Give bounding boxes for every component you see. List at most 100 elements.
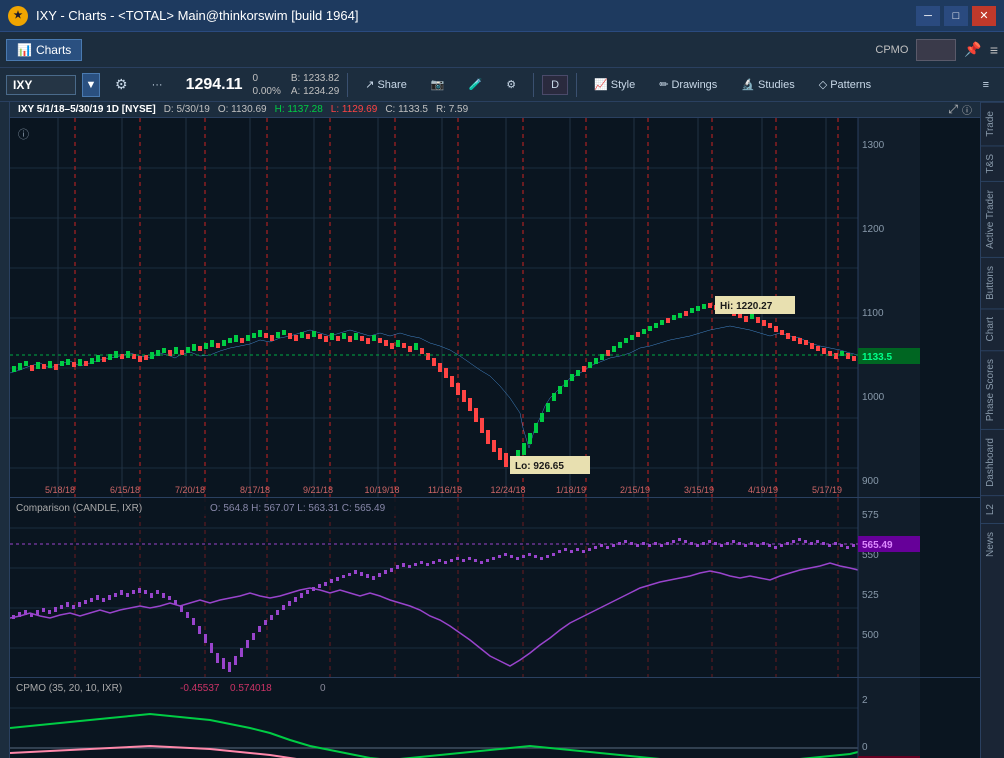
sidebar-item-trade[interactable]: Trade <box>981 102 1004 145</box>
studies-icon: 🔬 <box>741 78 755 91</box>
svg-text:565.49: 565.49 <box>862 540 893 551</box>
svg-text:0: 0 <box>862 742 868 753</box>
charts-button[interactable]: 📊 Charts <box>6 39 82 61</box>
sidebar-item-news[interactable]: News <box>981 523 1004 565</box>
svg-text:1000: 1000 <box>862 392 885 403</box>
sidebar-item-active-trader[interactable]: Active Trader <box>981 181 1004 257</box>
price-chart-svg: 5/18/18 6/15/18 7/20/18 8/17/18 9/21/18 … <box>10 118 920 498</box>
price-chart[interactable]: 5/18/18 6/15/18 7/20/18 8/17/18 9/21/18 … <box>10 118 980 498</box>
svg-text:Lo: 926.65: Lo: 926.65 <box>515 461 564 472</box>
sep1 <box>347 73 348 97</box>
window-title: IXY - Charts - <TOTAL> Main@thinkorswim … <box>36 8 916 23</box>
window-controls: ─ □ ✕ <box>916 6 996 26</box>
price-change: 0 0.00% <box>253 72 281 98</box>
patterns-button[interactable]: ◇ Patterns <box>810 74 880 95</box>
ask: A: 1234.29 <box>291 85 339 98</box>
drawings-label: Drawings <box>671 79 717 91</box>
chart-toolbar: ▼ ⚙ ··· 1294.11 0 0.00% B: 1233.82 A: 12… <box>0 68 1004 102</box>
svg-text:Hi: 1220.27: Hi: 1220.27 <box>720 301 773 312</box>
chart-symbol: IXY 5/1/18–5/30/19 1D [NYSE] <box>18 104 156 115</box>
date-val: D: 5/30/19 <box>164 104 210 115</box>
right-sidebar: Trade T&S Active Trader Buttons Chart Ph… <box>980 102 1004 758</box>
svg-text:1300: 1300 <box>862 140 885 151</box>
settings-button[interactable]: ⚙ <box>106 72 137 97</box>
svg-text:575: 575 <box>862 510 879 521</box>
price-display: 1294.11 <box>186 76 243 94</box>
svg-text:9/21/18: 9/21/18 <box>303 485 333 495</box>
more-button[interactable]: ··· <box>143 75 172 95</box>
cpmo-label: CPMO <box>875 44 908 56</box>
comparison-svg: Comparison (CANDLE, IXR) O: 564.8 H: 567… <box>10 498 920 678</box>
sidebar-item-buttons[interactable]: Buttons <box>981 257 1004 308</box>
patterns-icon: ◇ <box>819 78 827 91</box>
svg-text:11/16/18: 11/16/18 <box>428 485 462 495</box>
chart-area: IXY 5/1/18–5/30/19 1D [NYSE] D: 5/30/19 … <box>10 102 980 758</box>
svg-text:12/24/18: 12/24/18 <box>490 485 525 495</box>
sidebar-item-chart[interactable]: Chart <box>981 308 1004 349</box>
camera-button[interactable]: 📷 <box>422 74 454 95</box>
svg-text:7/20/18: 7/20/18 <box>175 485 205 495</box>
sidebar-item-dashboard[interactable]: Dashboard <box>981 429 1004 495</box>
svg-text:5/17/19: 5/17/19 <box>812 485 842 495</box>
svg-text:5/18/18: 5/18/18 <box>45 485 75 495</box>
left-edge <box>0 102 10 758</box>
patterns-label: Patterns <box>830 79 871 91</box>
cpmo-chart[interactable]: CPMO (35, 20, 10, IXR) -0.45537 0.574018… <box>10 678 980 758</box>
svg-text:-0.45537: -0.45537 <box>180 683 220 694</box>
comparison-chart[interactable]: Comparison (CANDLE, IXR) O: 564.8 H: 567… <box>10 498 980 678</box>
pin-button[interactable]: 📌 <box>964 41 981 58</box>
sep2 <box>533 73 534 97</box>
app-icon: ★ <box>8 6 28 26</box>
study-button[interactable]: 🧪 <box>460 74 492 95</box>
svg-text:525: 525 <box>862 590 879 601</box>
svg-text:1133.5: 1133.5 <box>862 352 892 363</box>
svg-text:4/19/19: 4/19/19 <box>748 485 778 495</box>
style-button[interactable]: 📈 Style <box>585 74 644 95</box>
style-label: Style <box>611 79 635 91</box>
top-toolbar: 📊 Charts CPMO 📌 ≡ <box>0 32 1004 68</box>
svg-text:8/17/18: 8/17/18 <box>240 485 270 495</box>
close-val: C: 1133.5 <box>385 104 428 115</box>
gear-button[interactable]: ⚙ <box>497 74 525 95</box>
drawings-icon: ✏ <box>659 78 668 91</box>
svg-text:0: 0 <box>320 683 326 694</box>
change-pts: 0 <box>253 72 281 85</box>
style-icon: 📈 <box>594 78 608 91</box>
symbol-dropdown[interactable]: ▼ <box>82 73 100 97</box>
share-label: Share <box>377 79 406 91</box>
sidebar-item-phase-scores[interactable]: Phase Scores <box>981 350 1004 429</box>
svg-text:900: 900 <box>862 476 879 487</box>
close-button[interactable]: ✕ <box>972 6 996 26</box>
svg-text:2: 2 <box>862 695 868 706</box>
svg-text:ⓘ: ⓘ <box>18 128 29 141</box>
sep3 <box>576 73 577 97</box>
sidebar-item-l2[interactable]: L2 <box>981 495 1004 523</box>
charts-icon: 📊 <box>17 43 32 57</box>
svg-text:CPMO (35, 20, 10, IXR): CPMO (35, 20, 10, IXR) <box>16 683 122 694</box>
main-area: IXY 5/1/18–5/30/19 1D [NYSE] D: 5/30/19 … <box>0 102 1004 758</box>
sidebar-item-ts[interactable]: T&S <box>981 145 1004 181</box>
charts-label: Charts <box>36 43 71 57</box>
high-val: H: 1137.28 <box>275 104 323 115</box>
svg-text:500: 500 <box>862 630 879 641</box>
maximize-button[interactable]: □ <box>944 6 968 26</box>
symbol-input[interactable] <box>6 75 76 95</box>
menu-button[interactable]: ≡ <box>990 42 998 58</box>
minimize-button[interactable]: ─ <box>916 6 940 26</box>
range-val: R: 7.59 <box>436 104 468 115</box>
svg-text:2/15/19: 2/15/19 <box>620 485 650 495</box>
studies-button[interactable]: 🔬 Studies <box>732 74 803 95</box>
svg-text:0.574018: 0.574018 <box>230 683 272 694</box>
svg-text:1200: 1200 <box>862 224 885 235</box>
svg-text:6/15/18: 6/15/18 <box>110 485 140 495</box>
chart-controls: ⤢ ⓘ <box>948 102 972 117</box>
share-button[interactable]: ↗ Share <box>356 74 416 95</box>
more-options-button[interactable]: ≡ <box>974 75 998 95</box>
d-button[interactable]: D <box>542 75 568 95</box>
expand-icon[interactable]: ⤢ <box>948 102 958 117</box>
bid-ask: B: 1233.82 A: 1234.29 <box>291 72 339 98</box>
drawings-button[interactable]: ✏ Drawings <box>650 74 726 95</box>
info-icon[interactable]: ⓘ <box>962 102 972 117</box>
svg-text:1100: 1100 <box>862 308 884 319</box>
info-bar: IXY 5/1/18–5/30/19 1D [NYSE] D: 5/30/19 … <box>10 102 980 118</box>
